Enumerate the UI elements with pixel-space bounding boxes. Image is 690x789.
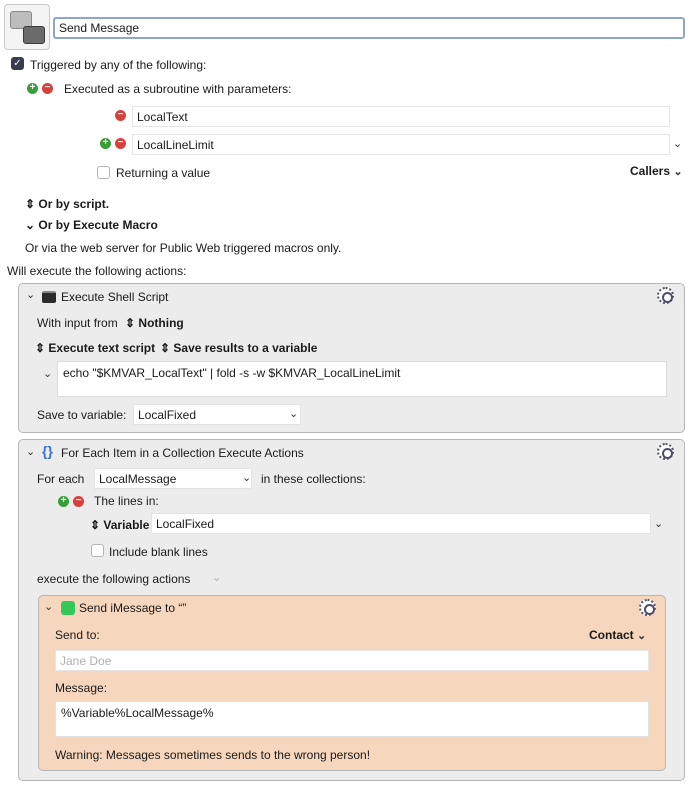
collapse-chevron-icon[interactable]: ⌄ [26,288,35,301]
shell-script-action[interactable]: ⌄ Execute Shell Script With input from ⇕… [18,283,685,433]
with-input-value: Nothing [138,316,184,330]
gear-icon[interactable] [657,287,674,304]
macro-name-field[interactable]: Send Message [53,17,685,39]
include-blank-checkbox[interactable] [91,544,104,557]
for-each-var-field[interactable]: LocalMessage [94,468,252,489]
send-to-label: Send to: [55,628,100,642]
with-input-label: With input from [37,316,118,330]
lines-in-label: The lines in: [94,494,159,508]
triggered-checkbox[interactable]: ✓ [11,57,24,70]
updown-icon: ⇕ [125,316,136,330]
add-trigger-icon[interactable]: + [27,83,38,94]
macro-icon-front [23,26,45,44]
web-server-note: Or via the web server for Public Web tri… [25,241,342,255]
gear-icon[interactable] [639,599,656,616]
param-field-localtext[interactable]: LocalText [132,106,670,127]
add-collection-icon[interactable]: + [58,496,69,507]
chevron-down-icon[interactable]: ⌄ [289,407,298,420]
or-by-execute-macro-toggle[interactable]: ⌄ Or by Execute Macro [25,218,158,232]
variable-source-select[interactable]: ⇕ Variable [90,518,149,532]
send-imessage-action[interactable]: ⌄ Send iMessage to “” Send to: Contact ⌄… [38,595,666,771]
chevron-down-icon: ⌄ [673,166,683,178]
save-to-label: Save to variable: [37,408,127,422]
updown-icon: ⇕ [90,518,101,532]
chevron-down-icon[interactable]: ⌄ [242,471,251,484]
callers-label: Callers [630,164,671,178]
remove-collection-icon[interactable]: − [73,496,84,507]
chevron-down-icon[interactable]: ⌄ [673,137,682,150]
for-each-icon: {} [42,443,53,459]
triggered-header: Triggered by any of the following: [30,58,207,72]
macro-icon[interactable] [4,4,50,50]
actions-header: Will execute the following actions: [7,264,187,278]
messages-icon [61,601,75,615]
remove-param-icon[interactable]: − [115,138,126,149]
warning-text: Warning: Messages sometimes sends to the… [55,748,371,762]
collapse-chevron-icon[interactable]: ⌄ [26,445,35,458]
or-by-script-toggle[interactable]: ⇕ Or by script. [25,197,109,211]
updown-icon: ⇕ [25,197,36,211]
with-input-select[interactable]: ⇕ Nothing [125,316,184,330]
updown-icon: ⇕ [160,341,171,355]
terminal-icon [42,291,56,303]
message-label: Message: [55,681,108,695]
script-text-area[interactable]: echo "$KMVAR_LocalText" | fold -s -w $KM… [57,361,667,397]
execute-following-label: execute the following actions [37,572,191,586]
execute-mode-select[interactable]: ⇕ Execute text script [35,341,155,355]
chevron-down-icon[interactable]: ⌄ [212,571,221,584]
chevron-down-icon: ⌄ [637,630,647,642]
updown-icon: ⇕ [35,341,46,355]
include-blank-label: Include blank lines [109,545,208,559]
callers-button[interactable]: Callers ⌄ [630,164,683,178]
action-title: Execute Shell Script [61,290,169,304]
or-by-execute-macro-label: Or by Execute Macro [38,218,158,232]
subroutine-label: Executed as a subroutine with parameters… [64,82,292,96]
variable-field[interactable]: LocalFixed [151,513,651,534]
gear-icon[interactable] [657,443,674,460]
returning-checkbox[interactable] [97,166,110,179]
action-title: Send iMessage to “” [79,601,187,615]
action-title: For Each Item in a Collection Execute Ac… [61,446,304,460]
remove-param-icon[interactable]: − [115,110,126,121]
chevron-down-icon[interactable]: ⌄ [654,517,663,530]
collapse-chevron-icon[interactable]: ⌄ [44,600,53,613]
contact-button[interactable]: Contact ⌄ [589,628,646,642]
add-param-icon[interactable]: + [100,138,111,149]
for-each-label: For each [37,472,85,486]
chevron-down-icon[interactable]: ⌄ [43,367,52,380]
save-mode-value: Save results to a variable [173,341,318,355]
remove-trigger-icon[interactable]: − [42,83,53,94]
param-field-locallinelimit[interactable]: LocalLineLimit [132,134,670,155]
returning-label: Returning a value [116,166,211,180]
save-to-field[interactable]: LocalFixed [133,404,301,425]
message-text-area[interactable]: %Variable%LocalMessage% [55,701,649,737]
variable-source-label: Variable [103,518,150,532]
send-to-input[interactable]: Jane Doe [55,650,649,671]
execute-mode-value: Execute text script [48,341,156,355]
for-each-action[interactable]: ⌄ {} For Each Item in a Collection Execu… [18,439,685,781]
chevron-down-icon: ⌄ [25,218,36,232]
save-mode-select[interactable]: ⇕ Save results to a variable [160,341,317,355]
or-by-script-label: Or by script. [38,197,110,211]
in-collections-label: in these collections: [261,472,366,486]
contact-label: Contact [589,628,634,642]
